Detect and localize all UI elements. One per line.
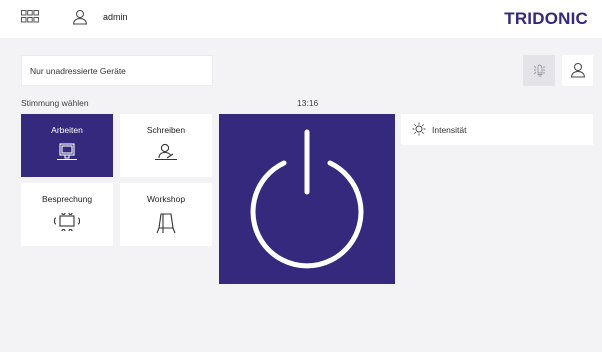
brand-logo: TRIDONIC bbox=[504, 9, 588, 28]
identify-button[interactable] bbox=[523, 55, 555, 86]
person-writing-icon bbox=[155, 143, 177, 161]
scene-schreiben-button[interactable]: Schreiben bbox=[120, 114, 212, 177]
intensity-control[interactable]: Intensität bbox=[401, 114, 593, 145]
intensity-label: Intensität bbox=[432, 125, 467, 135]
sun-icon bbox=[412, 122, 426, 136]
profile-button[interactable] bbox=[562, 55, 593, 86]
apps-grid-icon[interactable] bbox=[21, 10, 39, 23]
scene-label: Arbeiten bbox=[51, 125, 83, 135]
username: admin bbox=[103, 12, 128, 22]
user-icon[interactable] bbox=[72, 9, 88, 25]
user-icon bbox=[570, 63, 586, 78]
power-button[interactable] bbox=[219, 114, 395, 284]
scene-label: Besprechung bbox=[41, 194, 93, 204]
scene-label: Schreiben bbox=[146, 125, 186, 135]
power-icon bbox=[250, 129, 364, 269]
flipchart-icon bbox=[156, 213, 176, 234]
scene-arbeiten-button[interactable]: Arbeiten bbox=[21, 114, 113, 177]
meeting-table-icon bbox=[53, 212, 81, 232]
unaddressed-devices-filter[interactable]: Nur unadressierte Geräte bbox=[21, 55, 213, 86]
identify-icon bbox=[533, 64, 545, 77]
top-bar: admin TRIDONIC bbox=[0, 0, 602, 38]
desk-monitor-icon bbox=[57, 143, 77, 161]
scene-workshop-button[interactable]: Workshop bbox=[120, 183, 212, 246]
clock: 13:16 bbox=[297, 98, 319, 108]
scene-section-label: Stimmung wählen bbox=[21, 98, 89, 108]
scene-label: Workshop bbox=[146, 194, 186, 204]
scene-besprechung-button[interactable]: Besprechung bbox=[21, 183, 113, 246]
